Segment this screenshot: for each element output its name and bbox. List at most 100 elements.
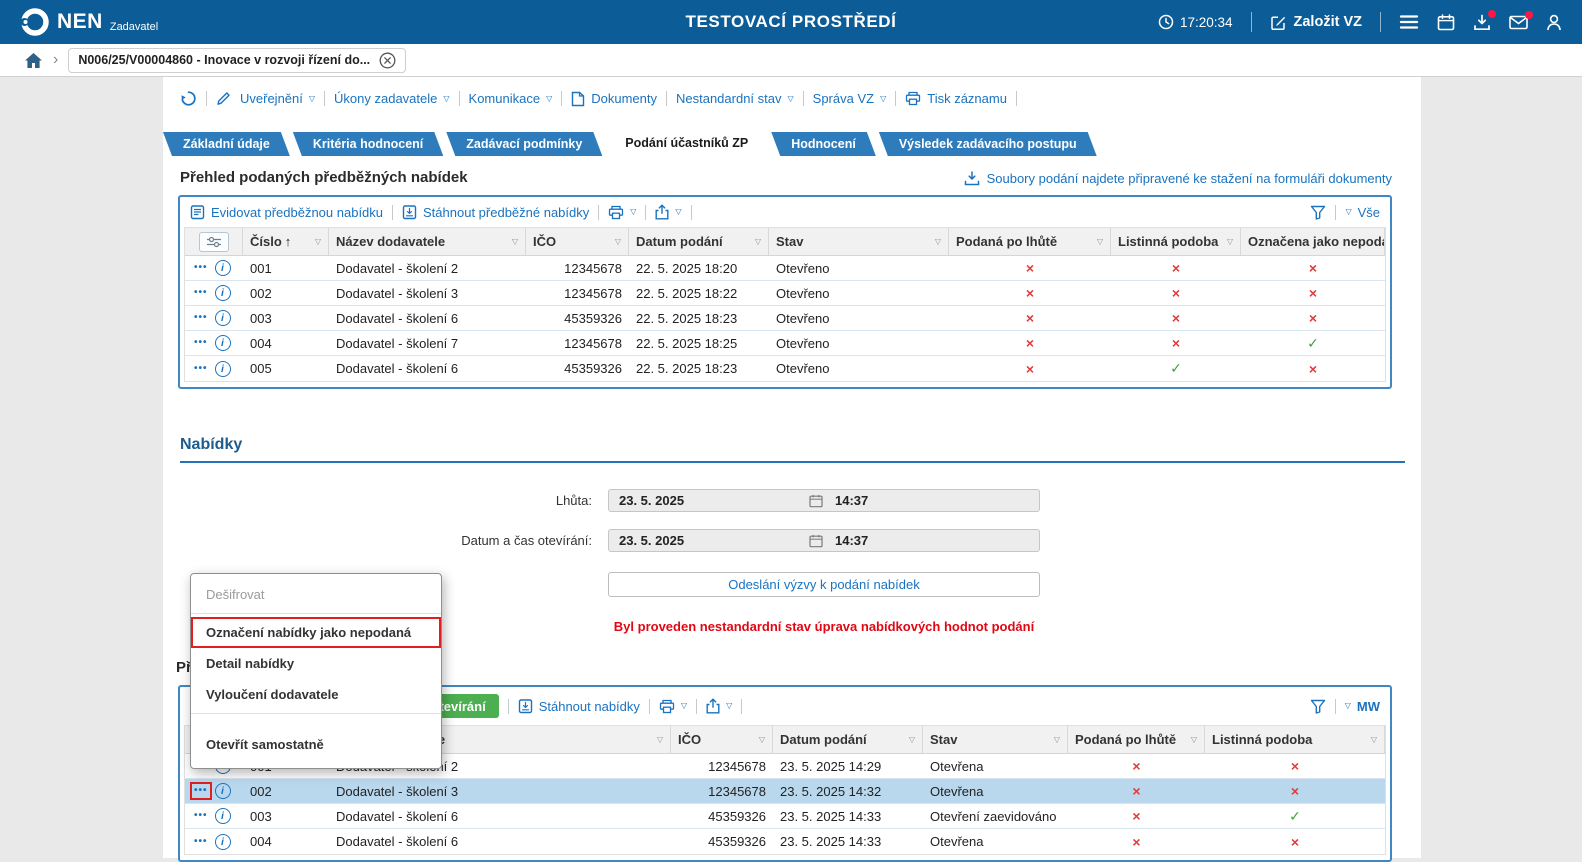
breadcrumb-record-tab[interactable]: N006/25/V00004860 - Inovace v rozvoji ří… (68, 48, 406, 73)
row-menu-button[interactable] (194, 837, 208, 847)
home-button[interactable] (24, 52, 43, 69)
calendar-icon[interactable] (809, 534, 823, 548)
toolbar-item-dokumenty[interactable]: Dokumenty (571, 91, 657, 107)
column-filter-icon[interactable] (909, 736, 915, 744)
info-icon[interactable] (215, 783, 231, 799)
column-header-podana-po-lhute[interactable]: Podaná po lhůtě (1068, 726, 1205, 753)
view-filter-dropdown[interactable]: Vše (1345, 205, 1380, 220)
tab-hodnoceni[interactable]: Hodnocení (771, 132, 876, 156)
app-logo[interactable]: NEN Zadavatel (20, 7, 158, 37)
info-icon[interactable] (215, 260, 231, 276)
column-header-cislo[interactable]: Číslo (243, 228, 329, 255)
column-header-stav[interactable]: Stav (923, 726, 1068, 753)
column-header-listinna-podoba[interactable]: Listinná podoba (1111, 228, 1241, 255)
toolbar-item-nestandardni-stav[interactable]: Nestandardní stav (676, 91, 794, 106)
send-invitation-button[interactable]: Odeslání výzvy k podání nabídek (608, 572, 1040, 597)
menu-item-detail-nabidky[interactable]: Detail nabídky (191, 648, 441, 679)
table-row[interactable]: 003 Dodavatel - školení 6 45359326 22. 5… (185, 306, 1385, 331)
table-row-selected[interactable]: 002 Dodavatel - školení 3 12345678 23. 5… (185, 779, 1385, 804)
calendar-button[interactable] (1437, 14, 1455, 31)
print-table-button[interactable] (608, 205, 636, 220)
column-header-oznacena-jako-nepodana[interactable]: Označena jako nepodaná (1241, 228, 1385, 255)
row-menu-button[interactable] (194, 288, 208, 298)
column-filter-icon[interactable] (512, 238, 518, 246)
view-filter-dropdown[interactable]: MW (1345, 699, 1380, 714)
row-menu-button[interactable] (194, 263, 208, 273)
info-icon[interactable] (215, 808, 231, 824)
tab-podani-ucastniku-zp[interactable]: Podání účastníků ZP (605, 130, 768, 156)
deadline-time-value[interactable]: 14:37 (823, 493, 868, 508)
row-menu-button[interactable] (194, 811, 208, 821)
info-icon[interactable] (215, 834, 231, 850)
column-header-listinna-podoba[interactable]: Listinná podoba (1205, 726, 1385, 753)
print-table-button[interactable] (659, 699, 687, 714)
column-header-nazev-dodavatele[interactable]: Název dodavatele (329, 228, 526, 255)
column-filter-icon[interactable] (1097, 238, 1103, 246)
history-button[interactable] (180, 90, 197, 107)
tab-kriteria-hodnoceni[interactable]: Kritéria hodnocení (293, 132, 443, 156)
toolbar-item-uverejneni[interactable]: Uveřejnění (240, 91, 315, 106)
opening-date-value[interactable]: 23. 5. 2025 (609, 533, 809, 548)
column-filter-icon[interactable] (657, 736, 663, 744)
column-header-ico[interactable]: IČO (671, 726, 773, 753)
deadline-field[interactable]: 23. 5. 2025 14:37 (608, 489, 1040, 512)
toolbar-item-tisk-zaznamu[interactable]: Tisk záznamu (905, 91, 1007, 106)
tab-vysledek-zadavaciho-postupu[interactable]: Výsledek zadávacího postupu (879, 132, 1097, 156)
column-filter-icon[interactable] (755, 238, 761, 246)
toolbar-item-ukony-zadavatele[interactable]: Úkony zadavatele (334, 91, 450, 106)
column-filter-icon[interactable] (935, 238, 941, 246)
column-header-stav[interactable]: Stav (769, 228, 949, 255)
column-header-datum-podani[interactable]: Datum podání (773, 726, 923, 753)
toolbar-item-komunikace[interactable]: Komunikace (469, 91, 553, 106)
table-row[interactable]: 004 Dodavatel - školení 6 45359326 23. 5… (185, 829, 1385, 854)
download-files-link[interactable]: Soubory podání najdete připravené ke sta… (964, 171, 1392, 186)
table-row[interactable]: 003 Dodavatel - školení 6 45359326 23. 5… (185, 804, 1385, 829)
info-icon[interactable] (215, 361, 231, 377)
column-header-ico[interactable]: IČO (526, 228, 629, 255)
row-menu-button[interactable] (194, 786, 208, 796)
column-filter-icon[interactable] (1371, 736, 1377, 744)
column-filter-icon[interactable] (615, 238, 621, 246)
column-header-datum-podani[interactable]: Datum podání (629, 228, 769, 255)
table-row[interactable]: 001 Dodavatel - školení 2 12345678 22. 5… (185, 256, 1385, 281)
profile-button[interactable] (1546, 14, 1562, 31)
row-menu-button[interactable] (194, 364, 208, 374)
column-filter-icon[interactable] (759, 736, 765, 744)
table-row[interactable]: 004 Dodavatel - školení 7 12345678 22. 5… (185, 331, 1385, 356)
filter-button[interactable] (1310, 699, 1326, 714)
info-icon[interactable] (215, 285, 231, 301)
messages-button[interactable] (1509, 15, 1528, 30)
info-icon[interactable] (215, 335, 231, 351)
export-table-button[interactable] (706, 698, 732, 714)
record-prelim-offer-button[interactable]: Evidovat předběžnou nabídku (190, 204, 383, 220)
table-row[interactable]: 002 Dodavatel - školení 3 12345678 22. 5… (185, 281, 1385, 306)
filter-button[interactable] (1310, 205, 1326, 220)
tab-zadavaci-podminky[interactable]: Zadávací podmínky (446, 132, 602, 156)
column-filter-icon[interactable] (1227, 238, 1233, 246)
downloads-button[interactable] (1473, 14, 1491, 31)
opening-time-value[interactable]: 14:37 (823, 533, 868, 548)
download-prelim-offers-button[interactable]: Stáhnout předběžné nabídky (402, 204, 589, 220)
opening-field[interactable]: 23. 5. 2025 14:37 (608, 529, 1040, 552)
edit-record-button[interactable] (216, 91, 231, 106)
export-table-button[interactable] (655, 204, 681, 220)
menu-item-vylouceni-dodavatele[interactable]: Vyloučení dodavatele (191, 679, 441, 710)
menu-item-otevrit-samostatne[interactable]: Otevřít samostatně (191, 729, 441, 760)
column-filter-icon[interactable] (1191, 736, 1197, 744)
download-offers-button[interactable]: Stáhnout nabídky (518, 698, 640, 714)
toolbar-item-sprava-vz[interactable]: Správa VZ (813, 91, 887, 106)
column-header-podana-po-lhute[interactable]: Podaná po lhůtě (949, 228, 1111, 255)
tab-zakladni-udaje[interactable]: Základní údaje (163, 132, 290, 156)
column-settings-button[interactable] (199, 232, 229, 252)
row-menu-button[interactable] (194, 313, 208, 323)
create-vz-button[interactable]: Založit VZ (1270, 14, 1362, 31)
row-menu-button[interactable] (194, 338, 208, 348)
menu-button[interactable] (1399, 14, 1419, 30)
deadline-date-value[interactable]: 23. 5. 2025 (609, 493, 809, 508)
info-icon[interactable] (215, 310, 231, 326)
column-filter-icon[interactable] (1054, 736, 1060, 744)
column-filter-icon[interactable] (315, 238, 321, 246)
close-icon[interactable] (379, 52, 396, 69)
menu-item-oznaceni-nabidky-jako-nepodana[interactable]: Označení nabídky jako nepodaná (191, 617, 441, 648)
calendar-icon[interactable] (809, 494, 823, 508)
